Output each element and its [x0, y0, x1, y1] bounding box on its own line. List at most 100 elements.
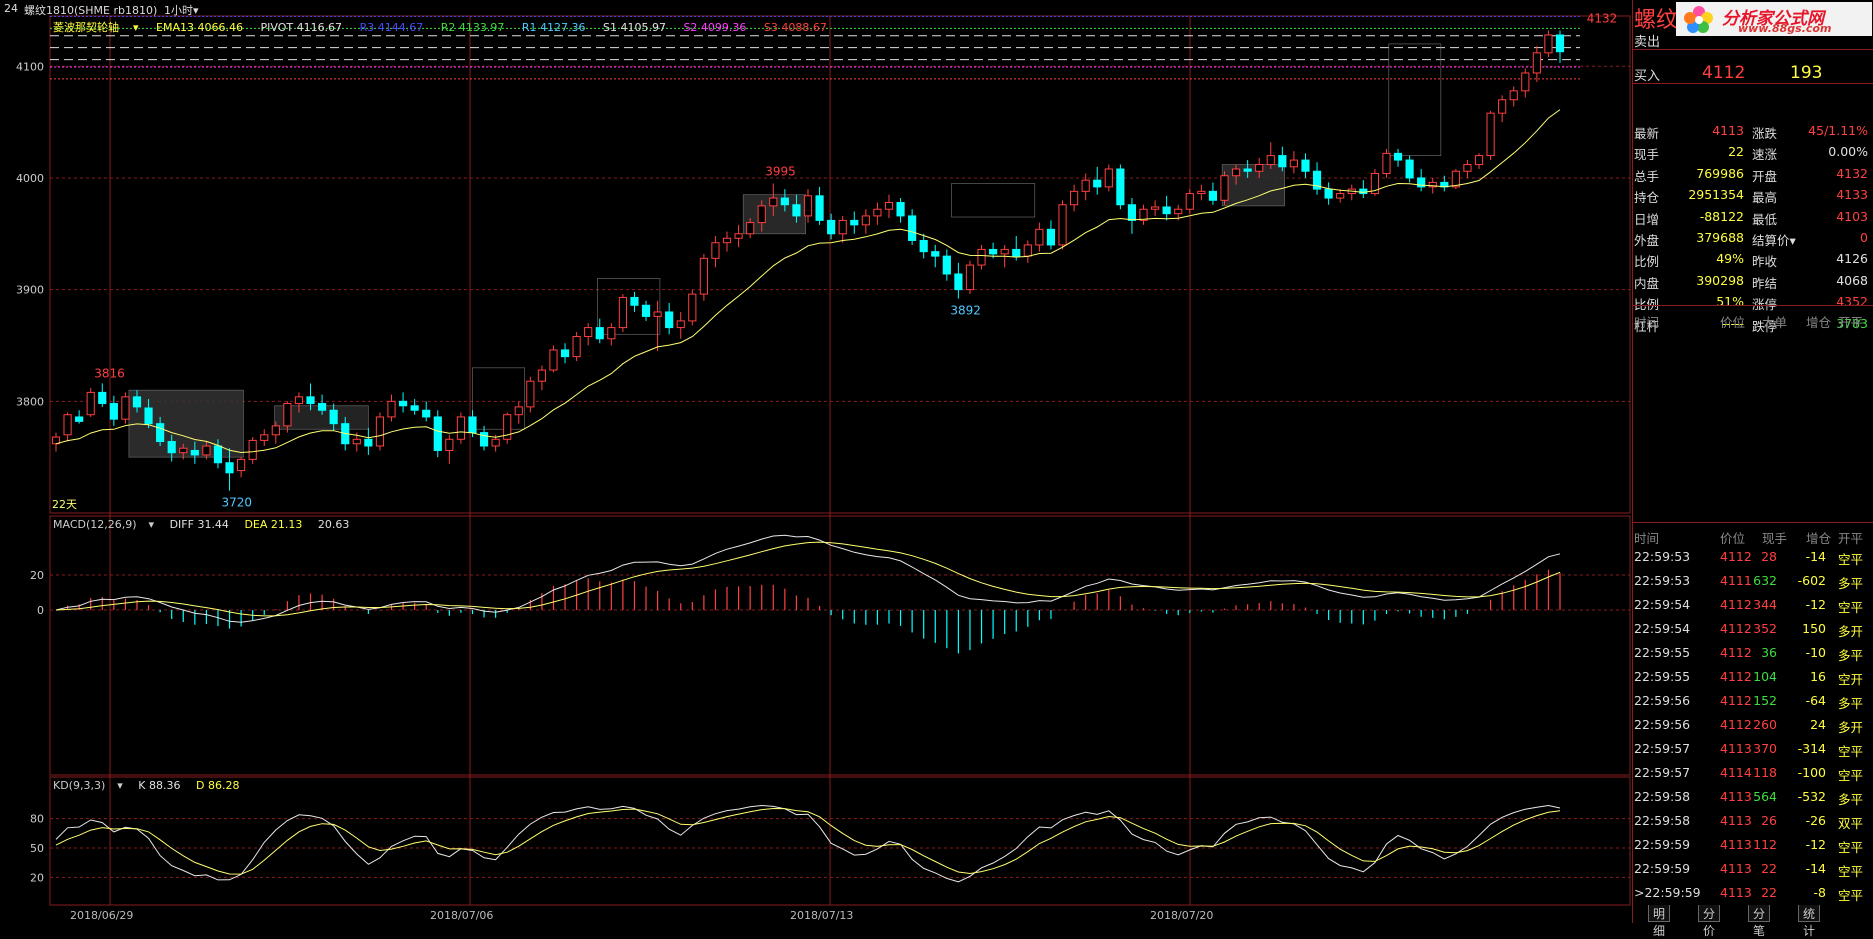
candle-body[interactable] [109, 403, 118, 420]
candle-body[interactable] [132, 396, 142, 408]
candle-body[interactable] [1243, 168, 1252, 172]
kd-name[interactable]: KD(9,3,3) ▾ [53, 779, 123, 792]
candle-body[interactable] [387, 400, 396, 418]
candle-body[interactable] [144, 407, 153, 425]
tab-1[interactable]: 分价 [1698, 905, 1721, 938]
candle-body[interactable] [1498, 99, 1507, 114]
candle-body[interactable] [1278, 155, 1287, 168]
candle-body[interactable] [1070, 190, 1079, 206]
candle-body[interactable] [1000, 248, 1009, 255]
candle-body[interactable] [190, 449, 199, 456]
candle-body[interactable] [688, 293, 697, 322]
candle-body[interactable] [676, 320, 685, 329]
candle-body[interactable] [271, 425, 280, 436]
candle-body[interactable] [329, 409, 338, 425]
candle-body[interactable] [526, 380, 535, 408]
candle-body[interactable] [977, 248, 986, 266]
candle-body[interactable] [1162, 206, 1171, 215]
candle-body[interactable] [364, 438, 373, 447]
candle-body[interactable] [1081, 179, 1090, 192]
candle-body[interactable] [584, 327, 593, 338]
candle-body[interactable] [537, 369, 546, 382]
candle-body[interactable] [1023, 244, 1032, 257]
candle-body[interactable] [641, 304, 651, 317]
candle-body[interactable] [514, 406, 523, 416]
candle-body[interactable] [942, 255, 951, 275]
candle-body[interactable] [1220, 175, 1229, 201]
candle-body[interactable] [179, 447, 188, 454]
candle-body[interactable] [861, 215, 870, 226]
candle-body[interactable] [352, 438, 361, 445]
candle-body[interactable] [873, 208, 882, 217]
candle-body[interactable] [896, 202, 905, 217]
candle-body[interactable] [1255, 164, 1264, 172]
candle-body[interactable] [734, 233, 743, 239]
candle-body[interactable] [1474, 155, 1484, 166]
candle-body[interactable] [607, 327, 616, 340]
sell-row[interactable]: 卖出 [1634, 27, 1872, 51]
candle-body[interactable] [86, 391, 95, 416]
period-selector[interactable]: 1小时▾ [164, 2, 199, 18]
candle-body[interactable] [63, 414, 72, 436]
candle-body[interactable] [908, 215, 917, 241]
candle-body[interactable] [248, 439, 257, 460]
indicator-name[interactable]: 菱波那契轮轴 ▾ [53, 21, 139, 34]
candle-body[interactable] [98, 391, 107, 405]
candle-body[interactable] [398, 400, 408, 407]
candle-body[interactable] [1451, 170, 1460, 188]
candle-body[interactable] [1046, 228, 1056, 246]
candle-body[interactable] [954, 273, 963, 291]
candle-body[interactable] [989, 248, 998, 255]
candle-body[interactable] [1093, 179, 1102, 188]
candle-body[interactable] [1324, 188, 1333, 199]
candle-body[interactable] [479, 432, 489, 447]
symbol-label[interactable]: 螺纹1810(SHME rb1810) [24, 2, 157, 18]
candle-body[interactable] [618, 296, 627, 329]
candle-body[interactable] [595, 327, 604, 340]
candle-body[interactable] [1197, 190, 1206, 195]
candle-body[interactable] [549, 349, 558, 371]
candle-body[interactable] [1463, 164, 1472, 172]
candle-body[interactable] [780, 197, 789, 206]
candle-body[interactable] [491, 438, 500, 447]
candle-body[interactable] [769, 197, 778, 207]
candle-body[interactable] [1208, 190, 1218, 201]
candle-body[interactable] [1509, 90, 1518, 101]
candle-body[interactable] [1116, 168, 1125, 206]
candle-body[interactable] [237, 458, 246, 472]
candle-body[interactable] [572, 336, 581, 358]
candle-body[interactable] [653, 311, 662, 317]
candle-body[interactable] [1035, 228, 1044, 246]
candle-body[interactable] [1359, 188, 1368, 195]
candle-body[interactable] [156, 423, 165, 443]
candle-body[interactable] [456, 416, 466, 440]
tab-2[interactable]: 分笔 [1748, 905, 1771, 938]
candle-body[interactable] [283, 403, 292, 427]
candle-body[interactable] [1544, 34, 1553, 54]
candle-body[interactable] [699, 257, 708, 295]
candle-body[interactable] [225, 462, 234, 474]
candle-body[interactable] [121, 396, 130, 420]
candle-body[interactable] [560, 349, 570, 358]
candle-body[interactable] [1336, 193, 1345, 199]
candle-body[interactable] [1266, 155, 1275, 166]
candle-body[interactable] [815, 195, 824, 221]
candle-body[interactable] [630, 296, 639, 306]
candle-body[interactable] [318, 403, 327, 411]
candle-body[interactable] [213, 445, 223, 464]
candle-body[interactable] [202, 445, 211, 456]
candle-body[interactable] [1532, 52, 1541, 74]
candle-body[interactable] [1127, 204, 1137, 221]
candle-body[interactable] [1058, 204, 1067, 246]
candle-body[interactable] [260, 434, 269, 441]
candle-body[interactable] [1150, 206, 1160, 210]
tab-0[interactable]: 明细 [1648, 905, 1671, 938]
candle-body[interactable] [919, 239, 928, 253]
candle-body[interactable] [1382, 152, 1391, 174]
candle-body[interactable] [965, 264, 975, 291]
candle-body[interactable] [422, 409, 431, 418]
candle-body[interactable] [1231, 168, 1241, 177]
candle-body[interactable] [375, 416, 385, 447]
candle-body[interactable] [1555, 34, 1565, 53]
buy-row[interactable]: 买入 4112 193 [1634, 61, 1872, 85]
